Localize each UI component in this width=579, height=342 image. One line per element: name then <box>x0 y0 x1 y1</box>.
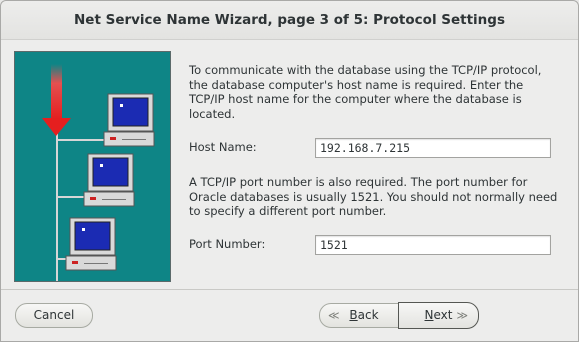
port-number-label: Port Number: <box>189 237 266 251</box>
arrow-head <box>42 118 71 136</box>
back-button[interactable]: ≪ Back <box>319 303 399 328</box>
back-label: ack <box>357 308 379 322</box>
cancel-label: Cancel <box>33 308 75 322</box>
host-name-label: Host Name: <box>189 140 257 154</box>
window-title: Net Service Name Wizard, page 3 of 5: Pr… <box>1 1 578 40</box>
next-button[interactable]: Next ≫ <box>398 302 479 329</box>
chevron-left-double-icon: ≪ <box>328 309 340 322</box>
cancel-button[interactable]: Cancel <box>15 303 93 328</box>
computer-icon <box>83 153 135 207</box>
computer-icon <box>103 93 155 147</box>
network-illustration <box>14 51 171 282</box>
arrow-shaft <box>51 64 62 119</box>
back-accel: B <box>349 308 358 322</box>
network-computers-illustration <box>42 64 155 281</box>
chevron-right-double-icon: ≫ <box>456 309 468 322</box>
next-accel: N <box>424 308 434 322</box>
port-info-text: A TCP/IP port number is also required. T… <box>189 175 558 218</box>
next-label: ext <box>433 308 453 322</box>
intro-text: To communicate with the database using t… <box>189 63 542 121</box>
wizard-window: Net Service Name Wizard, page 3 of 5: Pr… <box>0 0 579 342</box>
computer-icon <box>65 217 117 271</box>
host-name-input[interactable] <box>315 138 551 158</box>
footer-separator <box>1 289 578 290</box>
port-number-input[interactable] <box>315 235 551 255</box>
